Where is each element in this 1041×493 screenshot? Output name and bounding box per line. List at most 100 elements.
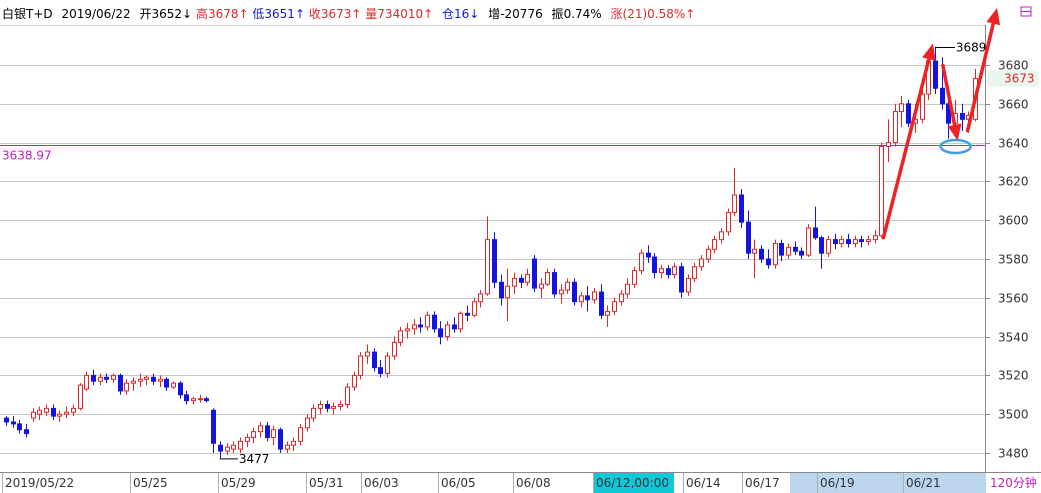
candle bbox=[545, 268, 550, 287]
candle-body-down bbox=[585, 295, 590, 301]
candle bbox=[198, 394, 203, 403]
y-tick-label: 3560 bbox=[998, 292, 1029, 306]
candle-body-down bbox=[933, 60, 938, 89]
low-value: 3651 bbox=[264, 7, 295, 21]
candle-body-up bbox=[138, 378, 143, 382]
candle bbox=[164, 377, 169, 391]
candle bbox=[960, 103, 965, 131]
candle-body-up bbox=[124, 382, 129, 392]
candle-body-down bbox=[452, 324, 457, 330]
candle-body-down bbox=[465, 312, 470, 316]
candle bbox=[559, 284, 564, 304]
y-tick-label: 3540 bbox=[998, 331, 1029, 345]
candle bbox=[786, 243, 791, 259]
y-tick-label: 3620 bbox=[998, 175, 1029, 189]
x-tick-label: 06/14 bbox=[686, 476, 721, 490]
candle bbox=[118, 373, 123, 395]
candle bbox=[4, 416, 9, 426]
candle-body-up bbox=[158, 378, 163, 382]
candle bbox=[31, 408, 36, 422]
candle bbox=[739, 189, 744, 228]
candle bbox=[365, 344, 370, 364]
candle bbox=[746, 210, 751, 259]
candle-body-up bbox=[231, 444, 236, 450]
candle-body-up bbox=[305, 417, 310, 429]
candle-body-down bbox=[499, 281, 504, 299]
up-arrow-2-head bbox=[986, 8, 1001, 26]
candle bbox=[37, 406, 42, 421]
candle-body-up bbox=[806, 227, 811, 256]
candle-body-up bbox=[331, 405, 336, 409]
period-label[interactable]: 120分钟 bbox=[990, 475, 1037, 490]
candle bbox=[552, 268, 557, 298]
candle-body-up bbox=[71, 407, 76, 413]
candle-body-down bbox=[793, 246, 798, 252]
candle bbox=[251, 427, 256, 444]
y-tick-label: 3600 bbox=[998, 214, 1029, 228]
candle-body-down bbox=[418, 324, 423, 328]
candle-body-up bbox=[920, 93, 925, 120]
candle-body-up bbox=[672, 266, 677, 276]
candle-body-down bbox=[766, 258, 771, 266]
candle-body-up bbox=[345, 386, 350, 406]
candle bbox=[78, 383, 83, 411]
candle-body-down bbox=[17, 423, 22, 431]
candle-body-up bbox=[44, 407, 49, 413]
candle bbox=[766, 249, 771, 269]
candle bbox=[17, 420, 22, 434]
candle-body-down bbox=[118, 374, 123, 392]
candle bbox=[886, 119, 891, 162]
candle-body-up bbox=[539, 283, 544, 289]
up-arrow-2 bbox=[965, 8, 1001, 133]
candle bbox=[859, 235, 864, 248]
candle-body-up bbox=[639, 252, 644, 272]
candle-body-up bbox=[712, 239, 717, 250]
y-tick-label: 3480 bbox=[998, 447, 1029, 461]
candle bbox=[412, 319, 417, 335]
candle bbox=[291, 437, 296, 452]
candle bbox=[759, 245, 764, 263]
candle-body-up bbox=[131, 380, 136, 384]
candle bbox=[793, 241, 798, 256]
candle-body-up bbox=[579, 295, 584, 303]
candlestick-chart[interactable]: 白银T+D 2019/06/22 开3652↓ 高3678↑ 低3651↑ 收3… bbox=[0, 0, 1041, 493]
candle-body-up bbox=[31, 411, 36, 419]
chart-header: 白银T+D 2019/06/22 开3652↓ 高3678↑ 低3651↑ 收3… bbox=[2, 6, 695, 21]
candle bbox=[57, 410, 62, 422]
candle-body-down bbox=[11, 421, 16, 425]
candle-body-down bbox=[859, 239, 864, 243]
y-tick-label: 3500 bbox=[998, 408, 1029, 422]
pullback-circle bbox=[939, 138, 972, 155]
candle bbox=[866, 235, 871, 246]
candle-body-up bbox=[385, 355, 390, 374]
x-tick-label: 06/19 bbox=[820, 476, 855, 490]
candle-body-up bbox=[285, 444, 290, 450]
candle bbox=[879, 142, 884, 238]
down-arrow-head bbox=[947, 123, 962, 141]
candle-body-down bbox=[679, 266, 684, 293]
x-tick-label: 06/21 bbox=[906, 476, 941, 490]
candle bbox=[458, 311, 463, 333]
candle-body-up bbox=[318, 404, 323, 409]
candle-body-up bbox=[64, 411, 69, 415]
candle bbox=[24, 423, 29, 438]
candle-body-down bbox=[91, 374, 96, 382]
candle bbox=[719, 227, 724, 244]
candle-body-up bbox=[191, 398, 196, 402]
candle-body-up bbox=[699, 258, 704, 268]
candle bbox=[318, 400, 323, 415]
candle bbox=[231, 441, 236, 453]
candle bbox=[131, 377, 136, 391]
candle bbox=[592, 288, 597, 304]
candle-body-down bbox=[799, 250, 804, 256]
candle-body-up bbox=[445, 324, 450, 338]
candle bbox=[104, 373, 109, 384]
candle bbox=[345, 383, 350, 409]
candle-body-up bbox=[198, 398, 203, 401]
candle-body-down bbox=[204, 398, 209, 402]
candle bbox=[512, 272, 517, 294]
candle-body-up bbox=[512, 277, 517, 287]
max-value-label: 3689 bbox=[956, 41, 987, 55]
candle-body-up bbox=[873, 235, 878, 241]
candle-body-up bbox=[706, 248, 711, 260]
